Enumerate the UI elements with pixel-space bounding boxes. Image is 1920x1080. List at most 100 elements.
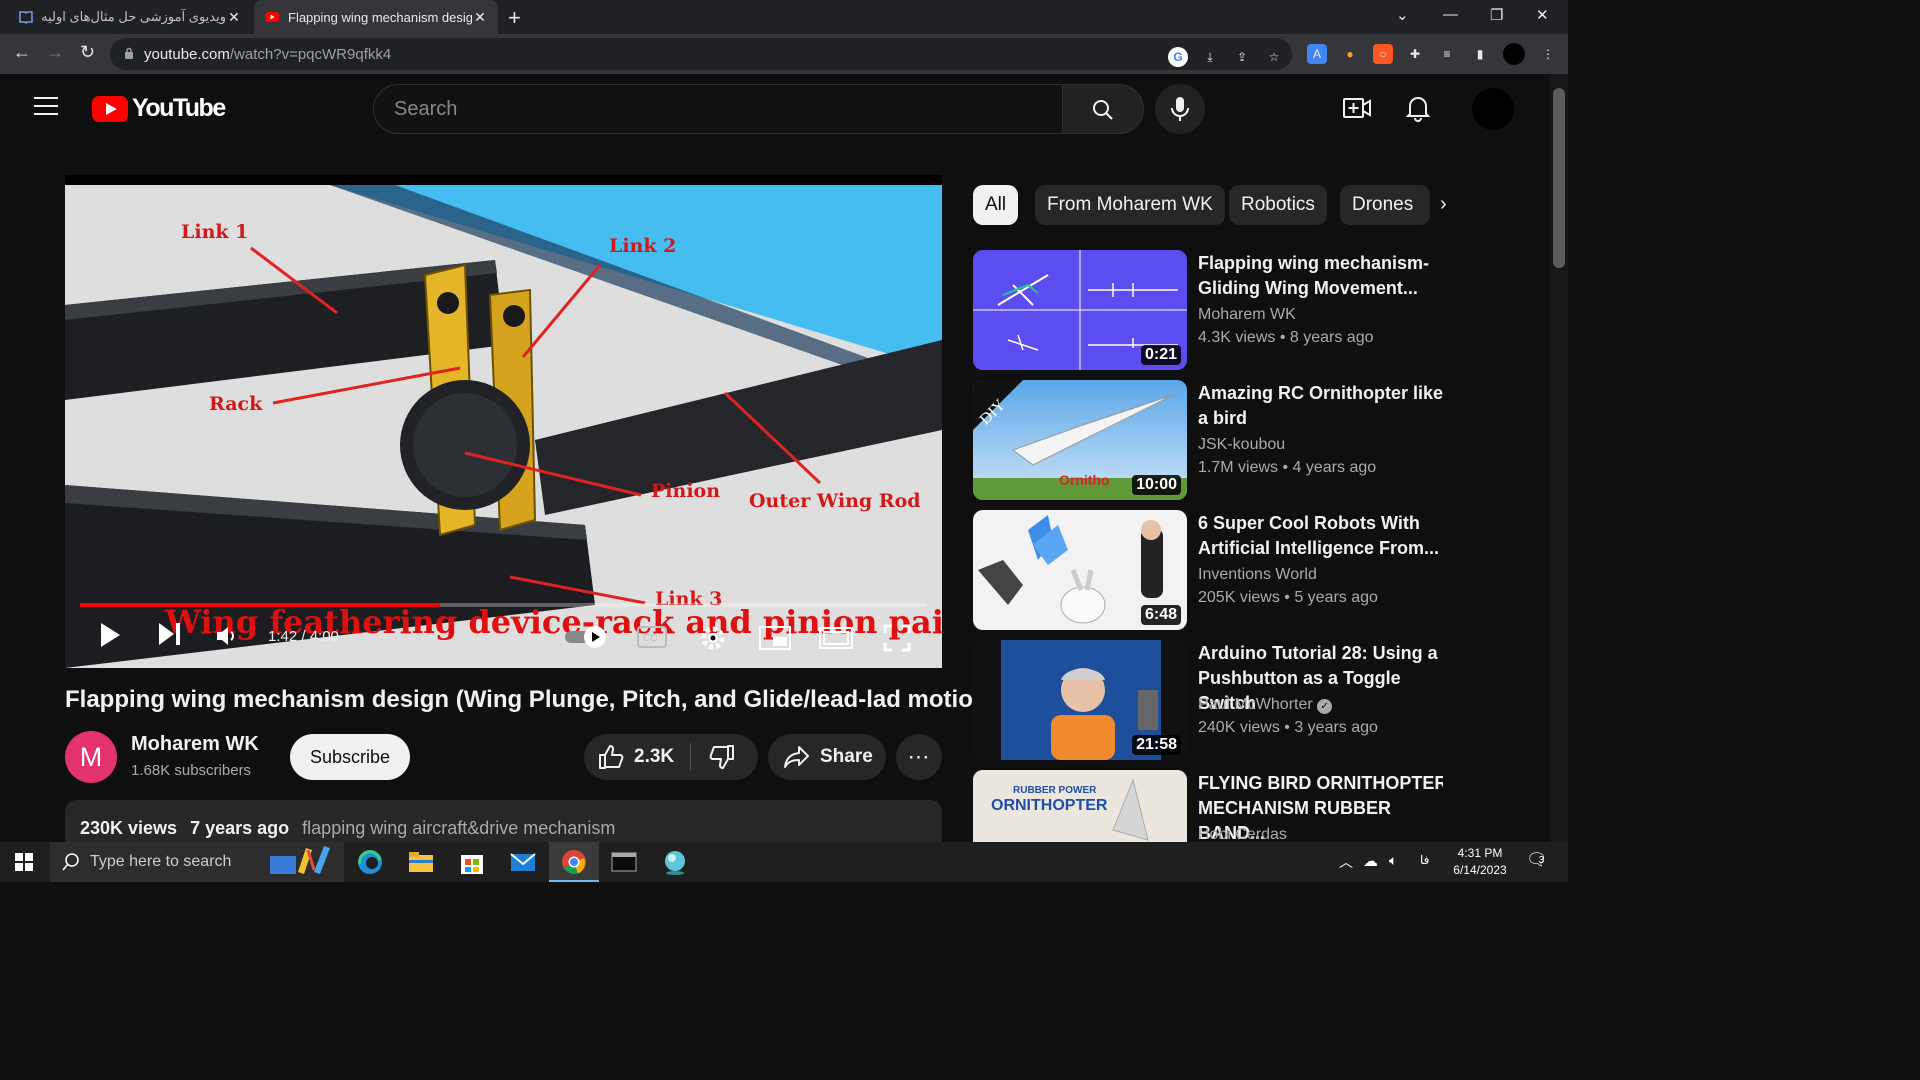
show-hidden-icons[interactable]: ︿ bbox=[1339, 852, 1353, 872]
chrome-taskbar-button[interactable] bbox=[549, 842, 599, 882]
more-actions-button[interactable]: ⋯ bbox=[896, 734, 942, 780]
account-avatar[interactable] bbox=[1472, 88, 1514, 130]
tab-search-icon[interactable]: ⌄ bbox=[1396, 6, 1409, 24]
tab-persian-video[interactable]: ویدیوی آموزشی حل مثال‌های اولیه ✕ bbox=[8, 0, 252, 34]
puzzle-icon[interactable]: ✚ bbox=[1405, 44, 1425, 64]
page-scrollbar[interactable] bbox=[1550, 74, 1568, 842]
menu-icon[interactable] bbox=[34, 97, 58, 117]
video-thumbnail[interactable]: 6:48 bbox=[973, 510, 1187, 630]
label-rack: Rack bbox=[209, 393, 263, 415]
notifications-bell-icon[interactable] bbox=[1405, 94, 1431, 122]
thumbs-up-icon[interactable] bbox=[598, 744, 624, 770]
speaker-icon[interactable]: 🔈︎ bbox=[1389, 852, 1397, 869]
related-title[interactable]: 6 Super Cool Robots With Artificial Inte… bbox=[1198, 511, 1448, 561]
system-clock[interactable]: 4:31 PM 6/14/2023 bbox=[1448, 846, 1512, 877]
chip-from-channel[interactable]: From Moharem WK bbox=[1035, 185, 1225, 225]
media-control-icon[interactable]: ≡ bbox=[1437, 44, 1457, 64]
related-channel[interactable]: Inventions World bbox=[1198, 566, 1317, 584]
window-close-icon[interactable]: ✕ bbox=[1536, 6, 1549, 24]
related-channel[interactable]: Moharem WK bbox=[1198, 306, 1296, 324]
related-channel[interactable]: JSK-koubou bbox=[1198, 436, 1285, 454]
related-title[interactable]: Amazing RC Ornithopter like a bird bbox=[1198, 381, 1448, 431]
related-video[interactable]: 0:21 Flapping wing mechanism- Gliding Wi… bbox=[973, 250, 1443, 370]
back-icon[interactable]: ← bbox=[13, 42, 31, 63]
address-bar[interactable]: youtube.com/watch?v=pqcWR9qfkk4 G ⤓ ⇪ ☆ bbox=[110, 38, 1292, 70]
fullscreen-icon[interactable] bbox=[883, 624, 911, 652]
channel-name[interactable]: Moharem WK bbox=[131, 733, 259, 756]
chip-drones[interactable]: Drones bbox=[1340, 185, 1430, 225]
video-title: Flapping wing mechanism design (Wing Plu… bbox=[65, 686, 996, 713]
notification-center-icon[interactable]: 🗨︎3 bbox=[1526, 850, 1553, 870]
search-input[interactable]: Search bbox=[373, 84, 1063, 134]
profile-avatar[interactable] bbox=[1503, 43, 1525, 65]
voice-search-button[interactable] bbox=[1155, 84, 1205, 134]
install-icon[interactable]: ⤓ bbox=[1200, 47, 1220, 67]
app-orb-icon[interactable] bbox=[661, 848, 689, 876]
theater-mode-icon[interactable] bbox=[819, 626, 853, 650]
browser-toolbar: ← → ↻ youtube.com/watch?v=pqcWR9qfkk4 G … bbox=[0, 34, 1568, 74]
related-channel[interactable]: Paul McWhorter ✓ bbox=[1198, 696, 1333, 714]
youtube-logo[interactable]: YouTube bbox=[92, 94, 226, 123]
chrome-icon bbox=[562, 850, 586, 875]
restore-icon[interactable]: ❐ bbox=[1490, 6, 1503, 24]
chevron-right-icon[interactable]: › bbox=[1440, 193, 1447, 216]
reload-icon[interactable]: ↻ bbox=[80, 42, 95, 63]
edge-icon[interactable] bbox=[356, 848, 384, 876]
progress-bar[interactable] bbox=[80, 603, 927, 607]
mail-icon[interactable] bbox=[509, 848, 537, 876]
url-text: youtube.com/watch?v=pqcWR9qfkk4 bbox=[144, 46, 392, 63]
extension-fox-icon[interactable]: ● bbox=[1340, 44, 1360, 64]
forward-icon[interactable]: → bbox=[46, 42, 64, 63]
video-player[interactable]: Link 1 Link 2 Rack Pinion Outer Wing Rod… bbox=[65, 175, 942, 668]
input-language[interactable]: فا bbox=[1420, 853, 1429, 867]
settings-gear-icon[interactable] bbox=[699, 624, 727, 652]
record-icon[interactable]: ○ bbox=[1373, 44, 1393, 64]
file-explorer-icon[interactable] bbox=[407, 848, 435, 876]
channel-avatar[interactable]: M bbox=[65, 731, 117, 783]
like-count[interactable]: 2.3K bbox=[634, 746, 674, 768]
tab-title: ویدیوی آموزشی حل مثال‌های اولیه bbox=[42, 9, 226, 24]
related-video[interactable]: RUBBER POWER ORNITHOPTER FLYING BIRD ORN… bbox=[973, 770, 1443, 842]
taskbar-search-input[interactable]: Type here to search bbox=[50, 842, 344, 882]
onedrive-cloud-icon[interactable]: ☁ bbox=[1363, 852, 1378, 870]
next-icon[interactable] bbox=[158, 622, 182, 646]
google-icon[interactable]: G bbox=[1168, 47, 1188, 67]
chip-robotics[interactable]: Robotics bbox=[1229, 185, 1327, 225]
video-thumbnail[interactable]: 0:21 bbox=[973, 250, 1187, 370]
side-panel-icon[interactable]: ▮ bbox=[1470, 44, 1490, 64]
play-icon[interactable] bbox=[99, 622, 121, 648]
translate-icon[interactable]: A bbox=[1307, 44, 1327, 64]
video-thumbnail[interactable]: RUBBER POWER ORNITHOPTER bbox=[973, 770, 1187, 842]
label-pinion: Pinion bbox=[651, 480, 721, 502]
terminal-icon[interactable] bbox=[610, 848, 638, 876]
share-page-icon[interactable]: ⇪ bbox=[1232, 47, 1252, 67]
volume-icon[interactable] bbox=[216, 626, 240, 646]
svg-text:RUBBER POWER: RUBBER POWER bbox=[1013, 785, 1097, 796]
new-tab-icon[interactable]: + bbox=[508, 5, 521, 31]
related-video[interactable]: DIY Ornitho 10:00 Amazing RC Ornithopter… bbox=[973, 380, 1443, 500]
bookmark-star-icon[interactable]: ☆ bbox=[1264, 47, 1284, 67]
create-video-icon[interactable] bbox=[1343, 96, 1371, 120]
video-thumbnail[interactable]: DIY Ornitho 10:00 bbox=[973, 380, 1187, 500]
thumbs-down-icon[interactable] bbox=[709, 744, 735, 770]
captions-icon[interactable]: CC bbox=[637, 626, 667, 648]
minimize-icon[interactable]: — bbox=[1443, 6, 1458, 23]
chip-all[interactable]: All bbox=[973, 185, 1019, 225]
autoplay-toggle[interactable] bbox=[563, 625, 609, 649]
video-thumbnail[interactable]: 21:58 bbox=[973, 640, 1187, 760]
subscribe-button[interactable]: Subscribe bbox=[290, 734, 410, 780]
close-icon[interactable]: ✕ bbox=[226, 9, 242, 26]
search-button[interactable] bbox=[1062, 84, 1144, 134]
label-link-2: Link 2 bbox=[609, 235, 677, 257]
miniplayer-icon[interactable] bbox=[759, 626, 791, 650]
close-icon[interactable]: ✕ bbox=[472, 9, 488, 26]
windows-start-icon[interactable] bbox=[15, 853, 33, 871]
related-title[interactable]: Flapping wing mechanism- Gliding Wing Mo… bbox=[1198, 251, 1448, 301]
menu-dots-icon[interactable]: ⋮ bbox=[1538, 44, 1558, 64]
related-video[interactable]: 6:48 6 Super Cool Robots With Artificial… bbox=[973, 510, 1443, 630]
microsoft-store-icon[interactable] bbox=[458, 848, 486, 876]
share-button[interactable]: Share bbox=[768, 734, 886, 780]
related-channel[interactable]: Hobi Cerdas bbox=[1198, 826, 1287, 842]
related-video[interactable]: 21:58 Arduino Tutorial 28: Using a Pushb… bbox=[973, 640, 1443, 760]
tab-youtube[interactable]: Flapping wing mechanism design ✕ bbox=[254, 0, 498, 34]
